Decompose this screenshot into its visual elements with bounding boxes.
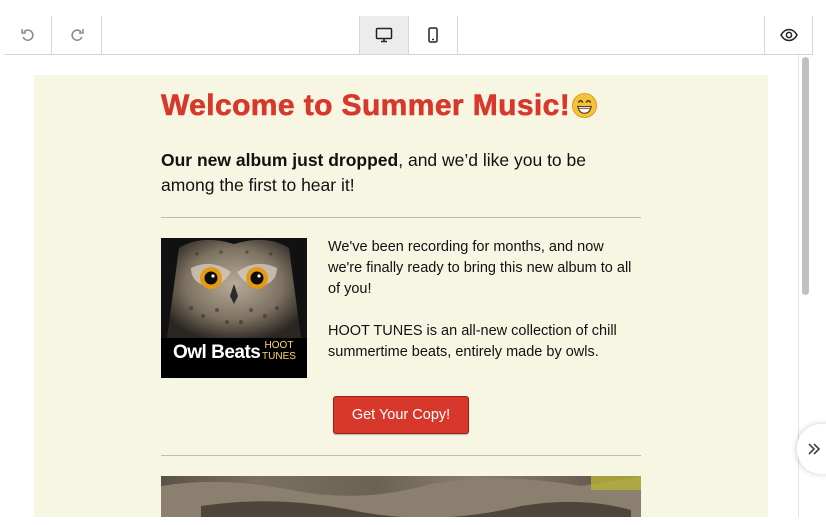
intro-paragraph[interactable]: Our new album just dropped, and we’d lik…	[161, 148, 641, 198]
email-headline[interactable]: Welcome to Summer Music!	[161, 89, 661, 123]
owl-photo	[161, 238, 307, 338]
nest-photo	[161, 476, 641, 517]
preview-button[interactable]	[764, 16, 813, 54]
undo-icon	[20, 29, 34, 41]
scrollbar-thumb[interactable]	[802, 57, 809, 295]
divider[interactable]	[161, 455, 641, 456]
mobile-view-button[interactable]	[409, 16, 458, 54]
owl-nest-image[interactable]	[161, 476, 641, 517]
redo-button[interactable]	[53, 16, 102, 54]
mobile-icon	[428, 27, 438, 43]
redo-icon	[71, 29, 84, 41]
album-title: Owl Beats	[173, 342, 261, 363]
grinning-face-icon	[572, 92, 598, 119]
eye-icon	[779, 28, 798, 42]
album-description[interactable]: We've been recording for months, and now…	[328, 237, 638, 384]
album-cover-image[interactable]: Owl Beats HOOT TUNES	[161, 238, 307, 378]
bottom-edge	[0, 517, 826, 525]
description-paragraph-1: We've been recording for months, and now…	[328, 239, 632, 297]
album-subtitle-line2: TUNES	[262, 351, 296, 362]
editor-canvas: Welcome to Summer Music! Our new album j…	[4, 55, 799, 517]
intro-bold-text: Our new album just dropped	[161, 150, 399, 170]
editor-toolbar	[4, 16, 813, 55]
divider[interactable]	[161, 217, 641, 218]
get-your-copy-button[interactable]: Get Your Copy!	[333, 396, 469, 434]
undo-button[interactable]	[4, 16, 52, 54]
double-chevron-right-icon	[808, 443, 821, 455]
description-paragraph-2: HOOT TUNES is an all-new collection of c…	[328, 323, 617, 360]
album-subtitle: HOOT TUNES	[262, 340, 296, 362]
album-subtitle-line1: HOOT	[264, 340, 294, 351]
email-body[interactable]: Welcome to Summer Music! Our new album j…	[34, 75, 768, 517]
headline-text: Welcome to Summer Music!	[161, 89, 571, 123]
desktop-view-button[interactable]	[359, 16, 409, 54]
desktop-icon	[375, 27, 393, 43]
